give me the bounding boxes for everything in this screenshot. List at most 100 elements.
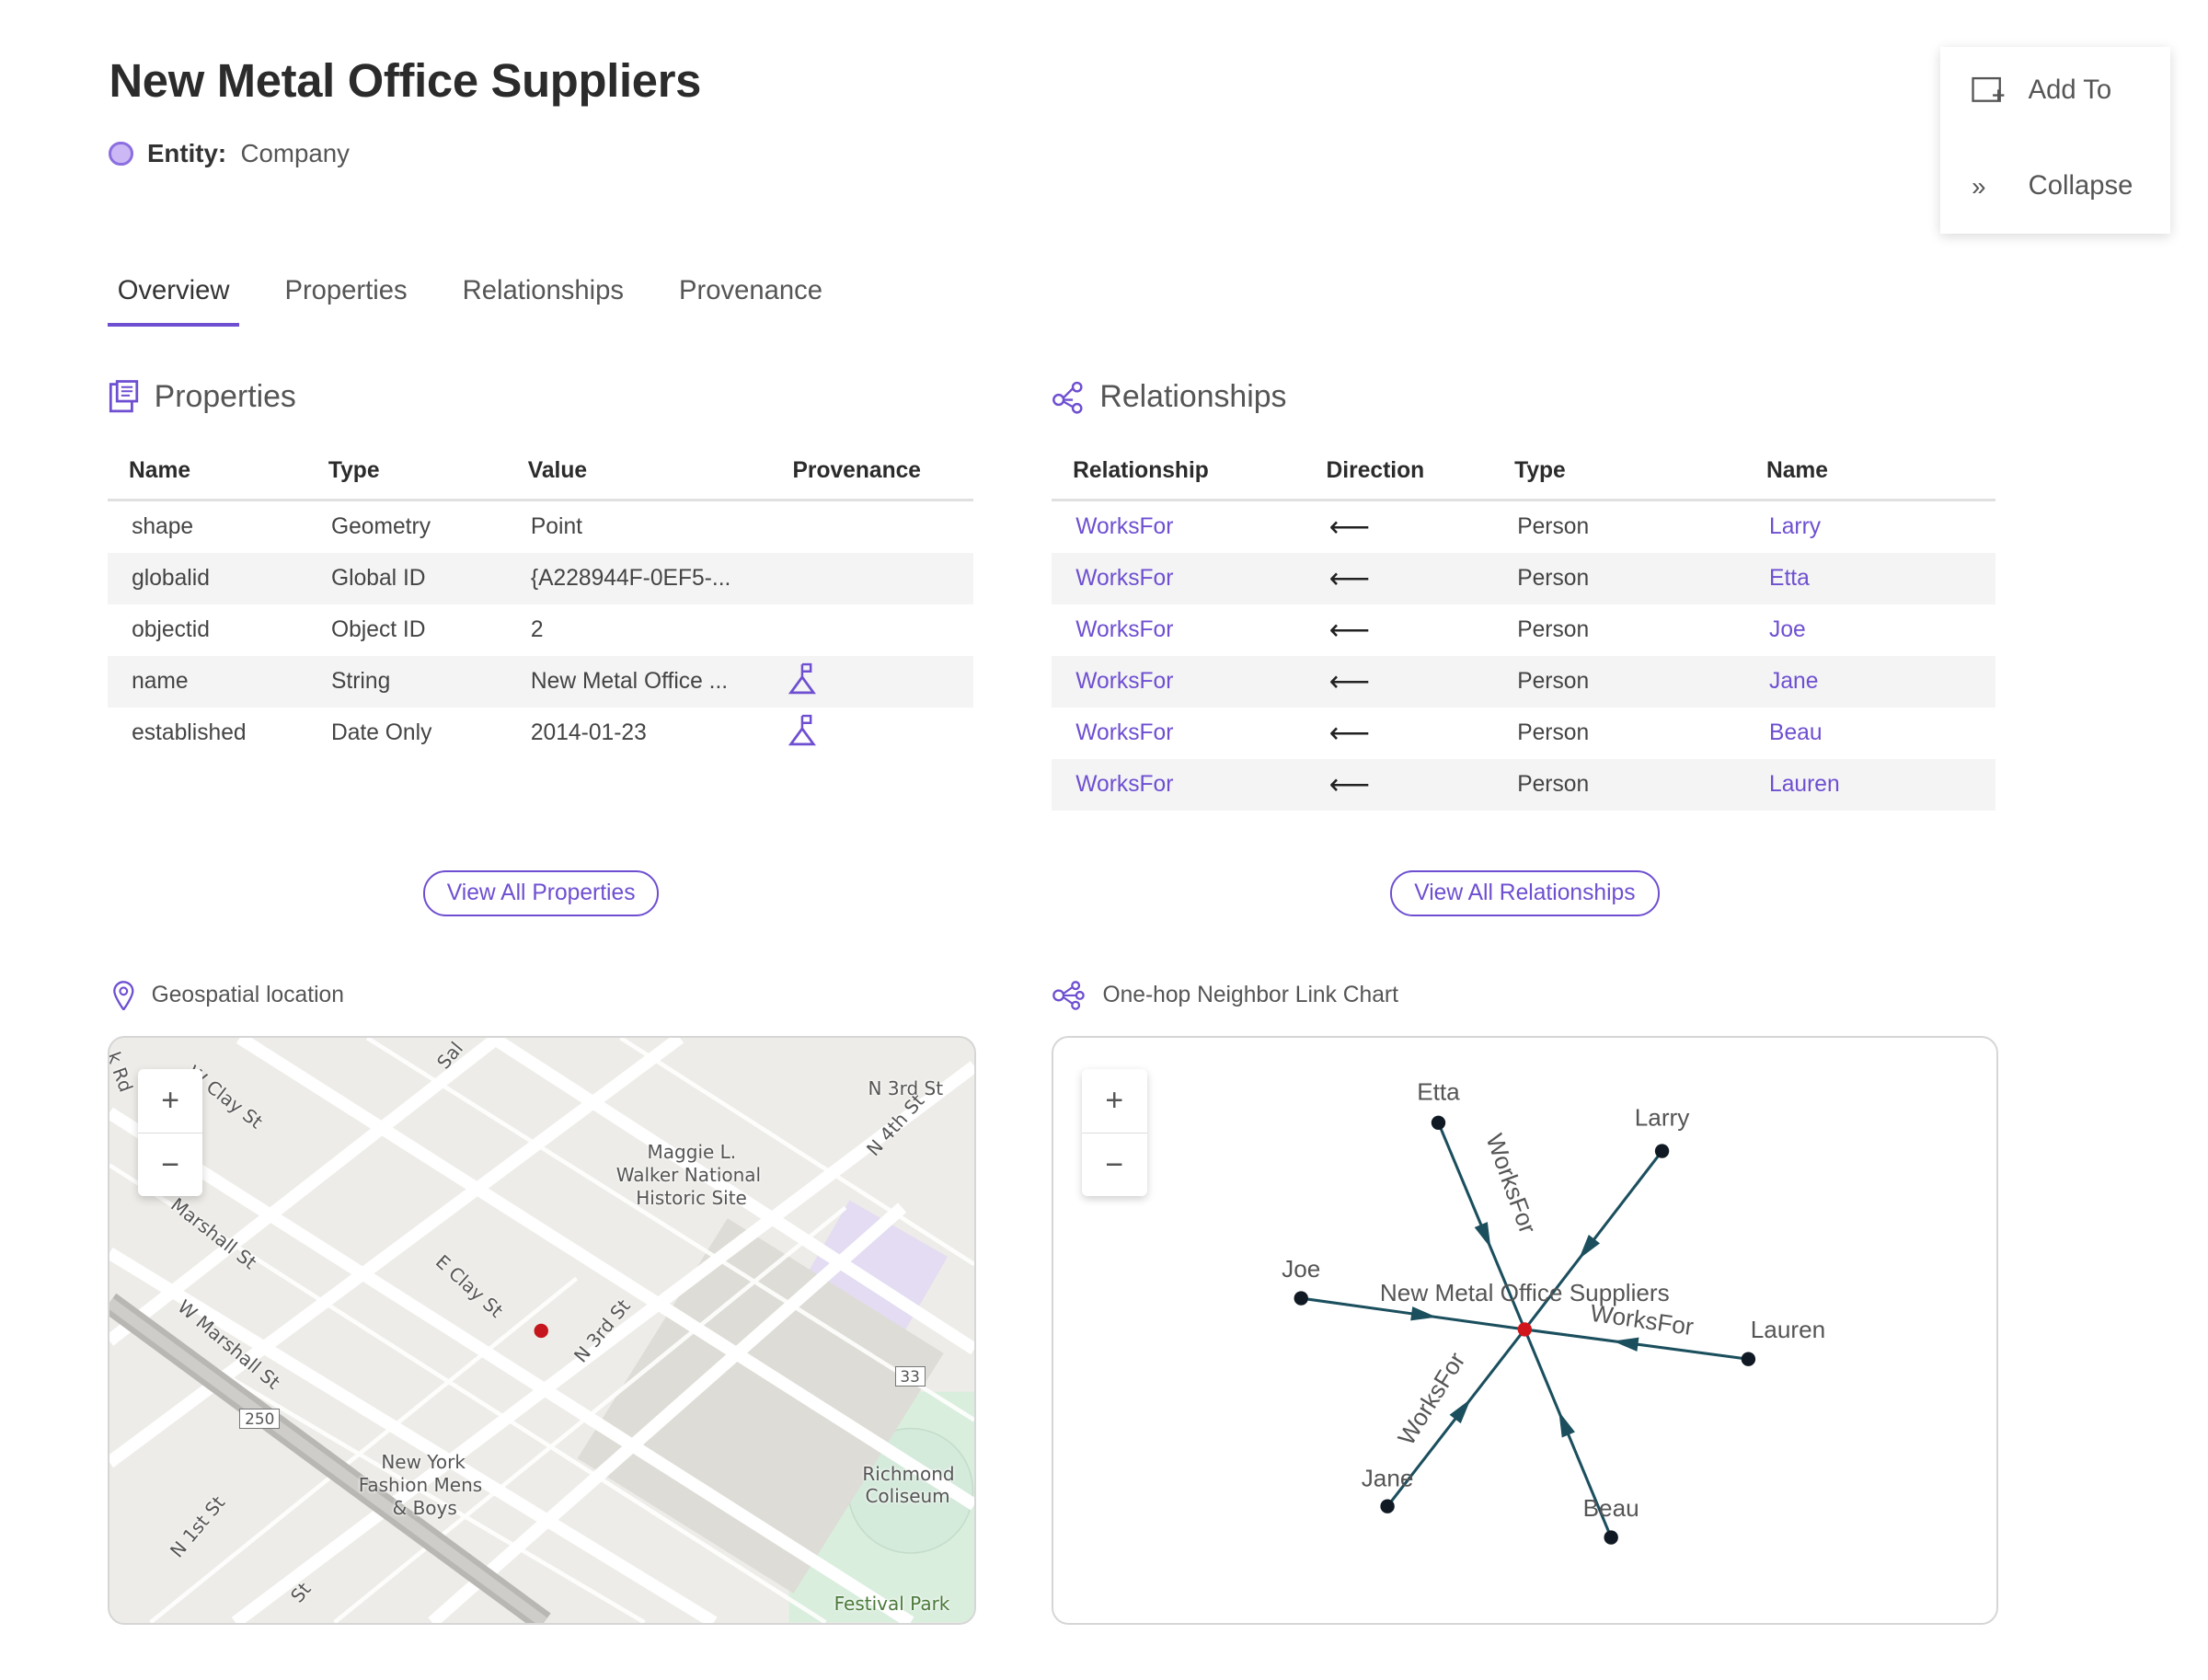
properties-section-title: Properties [109, 379, 296, 415]
node-larry[interactable] [1654, 1144, 1670, 1158]
node-joe[interactable] [1294, 1291, 1309, 1306]
col-provenance: Provenance [771, 444, 974, 501]
provenance-icon[interactable] [787, 713, 818, 747]
property-row: established Date Only 2014-01-23 [108, 708, 974, 759]
collapse-button[interactable]: » Collapse [1972, 171, 2133, 201]
property-name: objectid [132, 616, 210, 642]
node-label: Jane [1362, 1465, 1414, 1492]
node-jane[interactable] [1380, 1499, 1395, 1514]
col-type: Type [1493, 444, 1745, 501]
properties-table: Name Type Value Provenance shape Geometry… [107, 444, 974, 759]
relationship-relationship[interactable]: WorksFor [1052, 708, 1305, 759]
relationship-relationship[interactable]: WorksFor [1052, 759, 1305, 811]
property-provenance [771, 500, 973, 553]
map-zoom-in-button[interactable]: + [137, 1069, 203, 1134]
property-type: Date Only [330, 720, 432, 746]
arrow-left-icon: ⟵ [1328, 510, 1370, 543]
relationship-relationship[interactable]: WorksFor [1052, 604, 1305, 656]
edge-arrow-icon [1579, 1235, 1601, 1260]
col-name: Name [107, 444, 307, 501]
property-value: Point [530, 513, 582, 539]
link-chart-title: One-hop Neighbor Link Chart [1102, 982, 1398, 1007]
property-value: 2 [530, 616, 544, 642]
relationship-name[interactable]: Joe [1745, 604, 1995, 656]
map-zoom-control: + − [137, 1069, 203, 1197]
relationship-name[interactable]: Larry [1745, 500, 1995, 553]
edge-arrow-icon [1613, 1337, 1639, 1352]
entity-type: Entity: Company [109, 139, 350, 168]
map-base [109, 1038, 974, 1623]
tab-relationships[interactable]: Relationships [453, 271, 634, 327]
node-beau[interactable] [1604, 1530, 1618, 1545]
property-row: globalid Global ID {A228944F-0EF5-... [107, 552, 974, 604]
property-value: {A228944F-0EF5-... [506, 552, 772, 604]
edge-label: WorksFor [1480, 1131, 1542, 1238]
arrow-left-icon: ⟵ [1328, 613, 1370, 646]
node-etta[interactable] [1431, 1115, 1446, 1131]
property-row: shape Geometry Point [108, 500, 974, 553]
relationship-row: WorksFor ⟵ Person Lauren [1052, 759, 1996, 811]
relationship-row: WorksFor ⟵ Person Beau [1052, 708, 1995, 759]
edge-arrow-icon [1558, 1411, 1576, 1438]
property-provenance [771, 604, 973, 656]
tab-properties[interactable]: Properties [275, 271, 418, 327]
map-zoom-out-button[interactable]: − [138, 1133, 203, 1197]
add-to-label: Add To [2028, 75, 2112, 105]
node-label: Lauren [1751, 1316, 1825, 1343]
col-name: Name [1744, 444, 1996, 501]
relationship-relationship[interactable]: WorksFor [1052, 500, 1305, 553]
map-view[interactable]: W Clay St N 3rd St Maggie L. Walker Nationa… [107, 1036, 976, 1625]
center-node-label: New Metal Office Suppliers [1380, 1279, 1670, 1306]
center-node[interactable] [1517, 1322, 1533, 1337]
link-chart-view[interactable]: Etta Larry Joe Lauren Jane Beau WorksFor WorksF… [1052, 1036, 1998, 1625]
property-name: name [107, 655, 307, 708]
link-chart-zoom-control: + − [1081, 1069, 1147, 1197]
relationship-type: Person [1493, 759, 1745, 811]
property-value: 2014-01-23 [530, 720, 647, 746]
col-direction: Direction [1305, 444, 1494, 501]
property-provenance [771, 708, 973, 759]
map-title: Geospatial location [151, 982, 344, 1007]
tab-overview[interactable]: Overview [107, 271, 240, 328]
property-type: Geometry [330, 513, 431, 539]
view-all-relationships-button[interactable]: View All Relationships [1389, 870, 1661, 917]
relationship-relationship[interactable]: WorksFor [1052, 552, 1305, 604]
relationships-table: Relationship Direction Type Name WorksFo… [1052, 444, 1996, 811]
arrow-left-icon: ⟵ [1305, 552, 1494, 604]
relationship-name[interactable]: Jane [1744, 655, 1996, 708]
tab-bar: Overview Properties Relationships Proven… [107, 271, 868, 328]
map-label: 250 [239, 1409, 280, 1430]
view-all-properties-button[interactable]: View All Properties [423, 870, 660, 917]
edge-label: WorksFor [1392, 1347, 1470, 1450]
relationship-name[interactable]: Etta [1744, 552, 1996, 604]
relationship-row: WorksFor ⟵ Person Joe [1052, 604, 1995, 656]
node-label: Larry [1635, 1104, 1690, 1132]
add-to-button[interactable]: Add To [1972, 75, 2111, 107]
edge-arrow-icon [1474, 1222, 1491, 1248]
property-value: New Metal Office ... [506, 655, 772, 708]
link-chart-section-title: One-hop Neighbor Link Chart [1052, 980, 1398, 1011]
property-name: globalid [107, 552, 307, 604]
relationship-name[interactable]: Beau [1745, 708, 1995, 759]
relationship-type: Person [1493, 655, 1745, 708]
map-label: Maggie L. [647, 1141, 737, 1164]
map-label: Historic Site [636, 1186, 747, 1209]
relationships-icon [1052, 382, 1083, 414]
properties-icon [109, 380, 139, 413]
map-label: Fashion Mens [358, 1474, 483, 1497]
map-label: & Boys [392, 1496, 457, 1519]
tab-provenance[interactable]: Provenance [669, 271, 832, 327]
provenance-icon[interactable] [787, 662, 818, 696]
map-section-title: Geospatial location [112, 980, 344, 1011]
map-label: New York [381, 1451, 466, 1474]
relationship-relationship[interactable]: WorksFor [1052, 655, 1305, 708]
node-label: Etta [1417, 1078, 1460, 1106]
link-chart-zoom-in-button[interactable]: + [1081, 1069, 1147, 1134]
relationship-name[interactable]: Lauren [1744, 759, 1996, 811]
entity-type-value: Company [240, 138, 350, 167]
property-provenance [771, 552, 974, 604]
link-chart-graph: Etta Larry Joe Lauren Jane Beau WorksFor WorksF… [1282, 1078, 1825, 1545]
node-lauren[interactable] [1741, 1352, 1756, 1367]
property-type: String [306, 655, 507, 708]
link-chart-zoom-out-button[interactable]: − [1082, 1133, 1147, 1197]
